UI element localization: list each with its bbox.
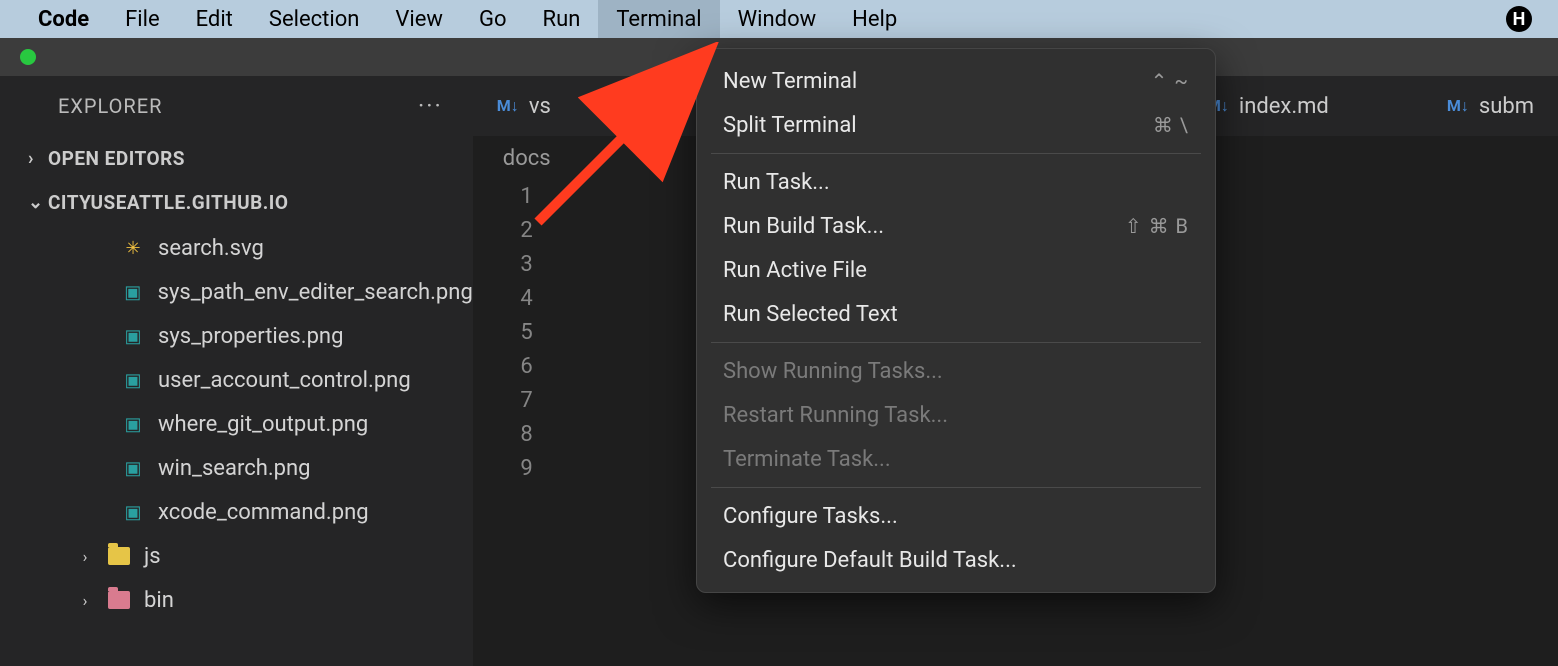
folder-name: js [144,544,161,569]
tab-label: vs [529,94,551,119]
menu-separator [711,487,1201,488]
line-number: 4 [503,282,533,316]
chevron-down-icon: ⌄ [28,192,48,213]
menu-item-restart-running-task: Restart Running Task... [697,393,1215,437]
chevron-right-icon: › [28,148,48,169]
chevron-right-icon: › [76,547,94,566]
svg-file-icon: ✳ [122,237,144,259]
menu-window[interactable]: Window [720,0,835,38]
menu-help[interactable]: Help [834,0,915,38]
line-number: 5 [503,316,533,350]
menu-item-label: Restart Running Task... [723,403,948,428]
menu-item-label: Split Terminal [723,113,857,138]
tab-label: subm [1479,94,1534,119]
menu-item-run-selected-text[interactable]: Run Selected Text [697,292,1215,336]
line-number: 1 [503,180,533,214]
menu-item-run-task[interactable]: Run Task... [697,160,1215,204]
file-name: win_search.png [158,456,311,481]
shortcut: ⌃ ~ [1151,69,1189,93]
shortcut: ⇧ ⌘ B [1125,214,1189,238]
folder-icon [108,591,130,609]
menu-item-label: Terminate Task... [723,447,891,472]
explorer-sidebar: EXPLORER ··· › OPEN EDITORS ⌄ CITYUSEATT… [0,76,473,666]
app-menu[interactable]: Code [20,0,107,38]
menu-item-new-terminal[interactable]: New Terminal ⌃ ~ [697,59,1215,103]
folder-name: bin [144,588,174,613]
status-menu-icon[interactable]: H [1506,6,1532,32]
menu-go[interactable]: Go [461,0,525,38]
menu-separator [711,342,1201,343]
menu-item-label: New Terminal [723,69,857,94]
menu-item-run-build-task[interactable]: Run Build Task... ⇧ ⌘ B [697,204,1215,248]
file-row[interactable]: ▣ xcode_command.png [0,490,473,534]
line-number: 2 [503,214,533,248]
image-file-icon: ▣ [122,413,144,435]
image-file-icon: ▣ [122,501,144,523]
traffic-light-green[interactable] [20,49,36,65]
menu-item-run-active-file[interactable]: Run Active File [697,248,1215,292]
menu-item-label: Run Selected Text [723,302,898,327]
line-number: 6 [503,350,533,384]
line-number: 7 [503,384,533,418]
file-name: xcode_command.png [158,500,369,525]
file-name: where_git_output.png [158,412,368,437]
file-row[interactable]: ✳ search.svg [0,226,473,270]
menu-item-show-running-tasks: Show Running Tasks... [697,349,1215,393]
menu-item-label: Run Build Task... [723,214,884,239]
menu-item-terminate-task: Terminate Task... [697,437,1215,481]
section-repo[interactable]: ⌄ CITYUSEATTLE.GITHUB.IO [0,180,473,224]
menu-selection[interactable]: Selection [251,0,378,38]
folder-icon [108,547,130,565]
menu-file[interactable]: File [107,0,178,38]
image-file-icon: ▣ [122,325,144,347]
file-row[interactable]: ▣ user_account_control.png [0,358,473,402]
menu-item-label: Configure Tasks... [723,504,898,529]
section-open-editors[interactable]: › OPEN EDITORS [0,136,473,180]
menu-item-label: Configure Default Build Task... [723,548,1017,573]
line-number: 9 [503,452,533,486]
menu-item-configure-default-build-task[interactable]: Configure Default Build Task... [697,538,1215,582]
explorer-title: EXPLORER [58,94,162,118]
image-file-icon: ▣ [122,457,144,479]
file-name: sys_properties.png [158,324,343,349]
markdown-icon: M↓ [497,96,519,116]
menu-item-label: Run Active File [723,258,867,283]
explorer-more-icon[interactable]: ··· [418,92,443,120]
file-name: sys_path_env_editer_search.png [158,280,473,305]
markdown-icon: M↓ [1447,96,1469,116]
terminal-menu-dropdown: New Terminal ⌃ ~ Split Terminal ⌘ \ Run Ta… [696,48,1216,593]
chevron-right-icon: › [76,591,94,610]
menu-item-label: Run Task... [723,170,830,195]
line-gutter: 1 2 3 4 5 6 7 8 9 [503,180,533,486]
folder-row[interactable]: › js [0,534,473,578]
file-row[interactable]: ▣ win_search.png [0,446,473,490]
menu-edit[interactable]: Edit [178,0,251,38]
section-label: CITYUSEATTLE.GITHUB.IO [48,191,288,214]
section-label: OPEN EDITORS [48,147,185,170]
tab-partial-left[interactable]: M↓ vs [473,76,575,136]
file-row[interactable]: ▣ sys_properties.png [0,314,473,358]
menu-item-label: Show Running Tasks... [723,359,943,384]
file-name: user_account_control.png [158,368,411,393]
tab-subm[interactable]: M↓ subm [1423,76,1558,136]
menu-separator [711,153,1201,154]
file-tree: ✳ search.svg ▣ sys_path_env_editer_search.… [0,224,473,622]
file-name: search.svg [158,236,264,261]
tab-label: index.md [1239,94,1329,119]
menu-view[interactable]: View [377,0,461,38]
menu-terminal[interactable]: Terminal [598,0,719,38]
image-file-icon: ▣ [122,369,144,391]
mac-menubar: Code File Edit Selection View Go Run Ter… [0,0,1558,38]
menu-run[interactable]: Run [525,0,599,38]
menu-item-configure-tasks[interactable]: Configure Tasks... [697,494,1215,538]
file-row[interactable]: ▣ sys_path_env_editer_search.png [0,270,473,314]
folder-row[interactable]: › bin [0,578,473,622]
line-number: 3 [503,248,533,282]
line-number: 8 [503,418,533,452]
file-row[interactable]: ▣ where_git_output.png [0,402,473,446]
menu-item-split-terminal[interactable]: Split Terminal ⌘ \ [697,103,1215,147]
image-file-icon: ▣ [122,281,144,303]
shortcut: ⌘ \ [1153,113,1189,137]
